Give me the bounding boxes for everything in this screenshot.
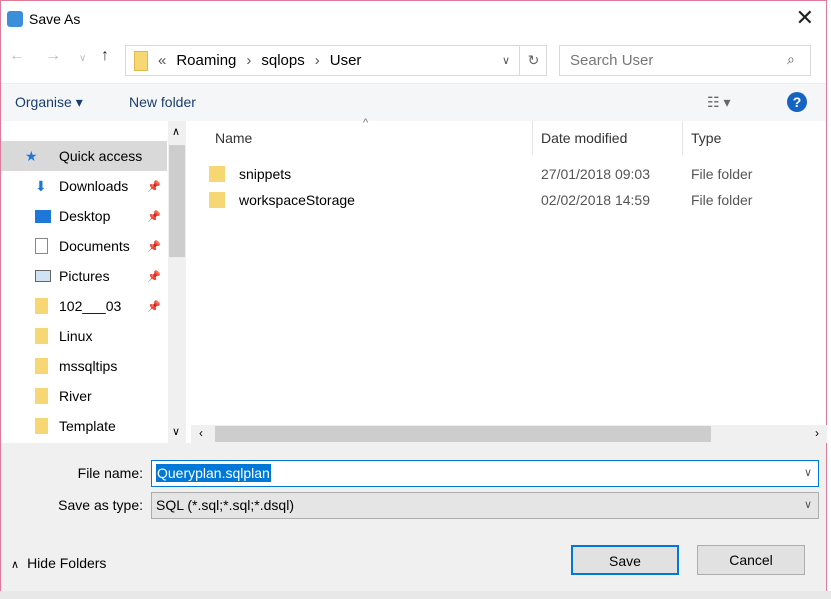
- folder-icon: [209, 192, 225, 208]
- breadcrumb-roaming[interactable]: Roaming: [176, 52, 236, 69]
- scrollbar-thumb[interactable]: [215, 426, 711, 442]
- nav-item-downloads[interactable]: ⬇ Downloads 📌: [1, 171, 167, 201]
- folder-icon: [35, 358, 48, 374]
- folder-icon: [35, 418, 48, 434]
- close-button[interactable]: ✕: [796, 5, 814, 31]
- nav-item-pictures[interactable]: Pictures 📌: [1, 261, 167, 291]
- chevron-down-icon[interactable]: ∨: [804, 493, 812, 518]
- nav-item-river[interactable]: River: [1, 381, 167, 411]
- chevron-up-icon: ∧: [11, 559, 20, 571]
- nav-item-template[interactable]: Template: [1, 411, 167, 441]
- window-title: Save As: [29, 11, 81, 27]
- file-name-label: File name:: [77, 465, 143, 481]
- chevron-down-icon[interactable]: ∨: [804, 461, 812, 486]
- breadcrumb-sqlops[interactable]: sqlops: [261, 52, 304, 69]
- nav-item-102-03[interactable]: 102___03 📌: [1, 291, 167, 321]
- navigation-pane: ★ Quick access ⬇ Downloads 📌 Desktop 📌 Docum…: [1, 121, 187, 443]
- documents-icon: [35, 238, 48, 254]
- pictures-icon: [35, 270, 51, 282]
- nav-item-quick-access[interactable]: ★ Quick access: [1, 141, 167, 171]
- cancel-button[interactable]: Cancel: [697, 545, 805, 575]
- view-options-icon[interactable]: ☷ ▾: [707, 94, 730, 111]
- folder-icon: [35, 328, 48, 344]
- pin-icon: 📌: [147, 300, 161, 313]
- save-as-type-select[interactable]: SQL (*.sql;*.sql;*.dsql) ∨: [151, 492, 819, 519]
- help-button[interactable]: ?: [787, 92, 807, 112]
- nav-item-desktop[interactable]: Desktop 📌: [1, 201, 167, 231]
- recent-dropdown[interactable]: ∨: [79, 53, 86, 64]
- forward-button[interactable]: →: [45, 47, 61, 65]
- breadcrumb-user[interactable]: User: [330, 52, 362, 69]
- hide-folders-button[interactable]: ∧ Hide Folders: [11, 555, 106, 571]
- pin-icon: 📌: [147, 240, 161, 253]
- new-folder-button[interactable]: New folder: [129, 94, 196, 110]
- nav-vertical-scrollbar[interactable]: ∧ ∨: [168, 121, 186, 443]
- star-icon: ★: [25, 148, 38, 164]
- file-row[interactable]: snippets 27/01/2018 09:03 File folder: [209, 161, 809, 187]
- up-button[interactable]: ↑: [101, 47, 109, 65]
- folder-icon: [35, 388, 48, 404]
- sort-indicator-icon: ^: [363, 117, 369, 129]
- scrollbar-thumb[interactable]: [169, 145, 185, 257]
- address-bar[interactable]: « Roaming › sqlops › User ∨: [125, 45, 547, 76]
- column-header-name[interactable]: Name: [207, 121, 533, 155]
- toolbar: Organise ▾ New folder ☷ ▾ ?: [1, 83, 826, 121]
- refresh-button[interactable]: ↻: [519, 45, 547, 76]
- breadcrumb-separator: ›: [246, 52, 252, 69]
- pin-icon: 📌: [147, 210, 161, 223]
- search-input[interactable]: Search User: [559, 45, 811, 76]
- save-options-panel: File name: Queryplan.sqlplan ∨ Save as t…: [1, 443, 826, 591]
- scroll-right-icon[interactable]: ›: [815, 426, 819, 440]
- save-as-type-label: Save as type:: [58, 497, 143, 513]
- breadcrumb-separator: ›: [314, 52, 320, 69]
- column-header-date[interactable]: Date modified: [533, 121, 683, 155]
- back-button[interactable]: ←: [9, 47, 25, 65]
- nav-item-linux[interactable]: Linux: [1, 321, 167, 351]
- save-button[interactable]: Save: [571, 545, 679, 575]
- pin-icon: 📌: [147, 180, 161, 193]
- pin-icon: 📌: [147, 270, 161, 283]
- download-icon: ⬇: [35, 178, 47, 194]
- file-list: Name ^ Date modified Type snippets 27/01…: [191, 117, 827, 443]
- background-window-strip: [0, 591, 831, 599]
- horizontal-scrollbar[interactable]: ‹ ›: [191, 425, 827, 443]
- file-name-input[interactable]: Queryplan.sqlplan ∨: [151, 460, 819, 487]
- scroll-left-icon[interactable]: ‹: [199, 426, 203, 440]
- scroll-down-icon[interactable]: ∨: [172, 425, 180, 438]
- folder-icon: [35, 298, 48, 314]
- column-header-type[interactable]: Type: [683, 121, 827, 155]
- nav-item-mssqltips[interactable]: mssqltips: [1, 351, 167, 381]
- file-row[interactable]: workspaceStorage 02/02/2018 14:59 File f…: [209, 187, 809, 213]
- save-as-dialog: Save As ✕ ← → ∨ ↑ « Roaming › sqlops › U…: [0, 0, 827, 591]
- search-icon: ⌕: [787, 51, 795, 67]
- address-dropdown-icon[interactable]: ∨: [502, 54, 510, 67]
- scroll-up-icon[interactable]: ∧: [172, 125, 180, 138]
- app-icon: [7, 11, 23, 27]
- folder-icon: [209, 166, 225, 182]
- breadcrumb-overflow[interactable]: «: [158, 52, 166, 69]
- nav-item-documents[interactable]: Documents 📌: [1, 231, 167, 261]
- desktop-icon: [35, 210, 51, 223]
- folder-icon: [134, 50, 148, 71]
- organise-button[interactable]: Organise ▾: [15, 94, 83, 111]
